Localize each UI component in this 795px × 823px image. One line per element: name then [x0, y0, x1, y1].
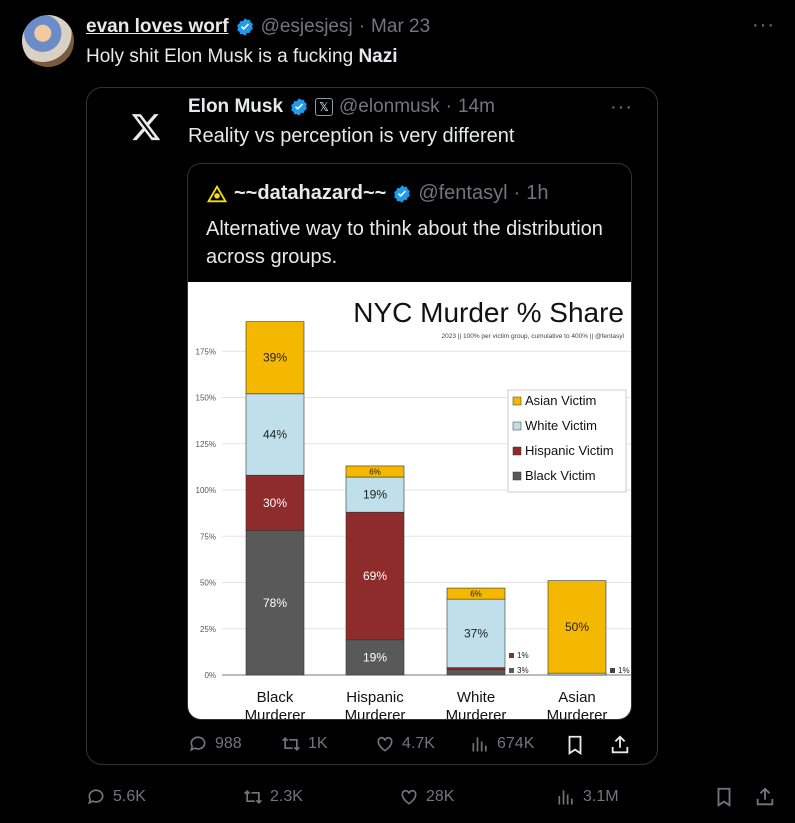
reply-icon	[88, 789, 104, 805]
y-tick-label: 150%	[196, 394, 216, 403]
quote-like-button[interactable]: 4.7K	[375, 734, 435, 754]
heart-icon	[401, 789, 417, 805]
y-tick-label: 0%	[204, 671, 216, 680]
legend-swatch	[512, 471, 522, 481]
x-tick-label: Murderer	[446, 707, 507, 719]
x-tick-label: Asian	[558, 689, 596, 706]
quote-header: Elon Musk 𝕏 @elonmusk · 14m	[188, 96, 495, 118]
legend-label: Hispanic Victim	[525, 443, 614, 458]
quote-timestamp[interactable]: 14m	[458, 96, 495, 118]
inner-handle[interactable]: @fentasyl	[418, 182, 507, 205]
side-marker	[610, 668, 615, 673]
views-chart-icon	[558, 790, 573, 805]
like-count: 28K	[426, 788, 455, 805]
x-affiliate-badge-icon: 𝕏	[315, 98, 334, 116]
x-tick-label: Hispanic	[346, 689, 404, 706]
y-tick-label: 175%	[196, 347, 216, 356]
reply-button[interactable]: 5.6K	[86, 787, 146, 807]
handle[interactable]: @esjesjesj	[261, 16, 353, 38]
tweet-header: evan loves worf @esjesjesj · Mar 23	[86, 16, 431, 38]
y-tick-label: 25%	[200, 625, 216, 634]
verified-badge-icon	[394, 184, 411, 203]
y-tick-label: 50%	[200, 579, 216, 588]
verified-badge-icon	[291, 98, 307, 116]
data-label: 44%	[263, 428, 287, 442]
heart-icon	[377, 736, 393, 752]
verified-badge-icon	[236, 18, 253, 36]
y-tick-label: 100%	[196, 486, 216, 495]
view-count: 3.1M	[583, 788, 619, 805]
quote-views-button[interactable]: 674K	[470, 734, 534, 754]
y-tick-label: 75%	[200, 532, 216, 541]
x-logo-icon[interactable]	[130, 111, 162, 143]
chart-image[interactable]: NYC Murder % Share 2023 || 100% per vict…	[188, 282, 631, 724]
legend-swatch	[512, 421, 522, 431]
more-dots-icon[interactable]: ···	[752, 14, 775, 37]
view-count: 674K	[497, 735, 535, 752]
repost-icon	[282, 736, 300, 752]
x-tick-label: Murderer	[245, 707, 306, 719]
data-label: 78%	[263, 596, 287, 610]
avatar[interactable]	[22, 15, 74, 67]
quote-text: Reality vs perception is very different	[188, 125, 515, 147]
share-icon[interactable]	[754, 786, 776, 808]
display-name[interactable]: evan loves worf	[86, 16, 229, 38]
side-marker	[509, 653, 514, 658]
quote-display-name[interactable]: Elon Musk	[188, 96, 283, 118]
x-tick-label: Murderer	[345, 707, 406, 719]
inner-timestamp[interactable]: 1h	[526, 182, 548, 205]
legend-swatch	[512, 446, 522, 456]
data-label: 19%	[363, 650, 387, 664]
timestamp[interactable]: Mar 23	[371, 16, 430, 38]
views-chart-icon	[472, 737, 487, 752]
data-label: 19%	[363, 488, 387, 502]
legend-label: Black Victim	[525, 468, 596, 483]
quote-handle[interactable]: @elonmusk	[339, 96, 440, 118]
data-label: 6%	[369, 468, 381, 477]
views-button[interactable]: 3.1M	[556, 787, 619, 807]
repost-button[interactable]: 2.3K	[243, 787, 303, 807]
data-label: 1%	[618, 666, 630, 675]
bookmark-icon[interactable]	[713, 786, 735, 808]
y-tick-label: 125%	[196, 440, 216, 449]
quote-reply-button[interactable]: 988	[188, 734, 242, 754]
repost-count: 2.3K	[270, 788, 303, 805]
like-count: 4.7K	[402, 735, 435, 752]
data-label: 50%	[565, 620, 589, 634]
inner-quote-header: ~~datahazard~~ @fentasyl · 1h	[206, 182, 548, 205]
data-label: 37%	[464, 626, 488, 640]
x-tick-label: Murderer	[547, 707, 608, 719]
side-marker	[509, 668, 514, 673]
data-label: 30%	[263, 496, 287, 510]
x-tick-label: White	[457, 689, 495, 706]
quote-repost-button[interactable]: 1K	[281, 734, 328, 754]
share-icon[interactable]	[609, 734, 631, 756]
reply-count: 988	[215, 735, 242, 752]
data-label: 6%	[470, 590, 482, 599]
data-label: 1%	[517, 651, 529, 660]
inner-display-name[interactable]: ~~datahazard~~	[234, 182, 386, 205]
legend-label: Asian Victim	[525, 393, 596, 408]
stacked-bar-chart: NYC Murder % Share 2023 || 100% per vict…	[196, 297, 631, 724]
data-label: 39%	[263, 351, 287, 365]
chart-subtitle: 2023 || 100% per victim group, cumulativ…	[442, 333, 625, 340]
reply-count: 5.6K	[113, 788, 146, 805]
legend-label: White Victim	[525, 418, 597, 433]
repost-icon	[244, 789, 262, 805]
x-tick-label: Black	[257, 689, 294, 706]
reply-icon	[190, 736, 206, 752]
like-button[interactable]: 28K	[399, 787, 454, 807]
inner-quote-text: Alternative way to think about the distr…	[206, 218, 603, 268]
tweet-text: Holy shit Elon Musk is a fucking Nazi	[86, 46, 398, 67]
more-dots-icon[interactable]: ···	[610, 96, 633, 119]
data-label: 3%	[517, 666, 529, 675]
data-label: 69%	[363, 569, 387, 583]
bookmark-icon[interactable]	[564, 734, 586, 756]
hazard-avatar-icon[interactable]	[206, 182, 228, 205]
bar-segment	[446, 669, 506, 676]
repost-count: 1K	[308, 735, 328, 752]
chart-title: NYC Murder % Share	[353, 297, 624, 328]
legend-swatch	[512, 396, 522, 406]
